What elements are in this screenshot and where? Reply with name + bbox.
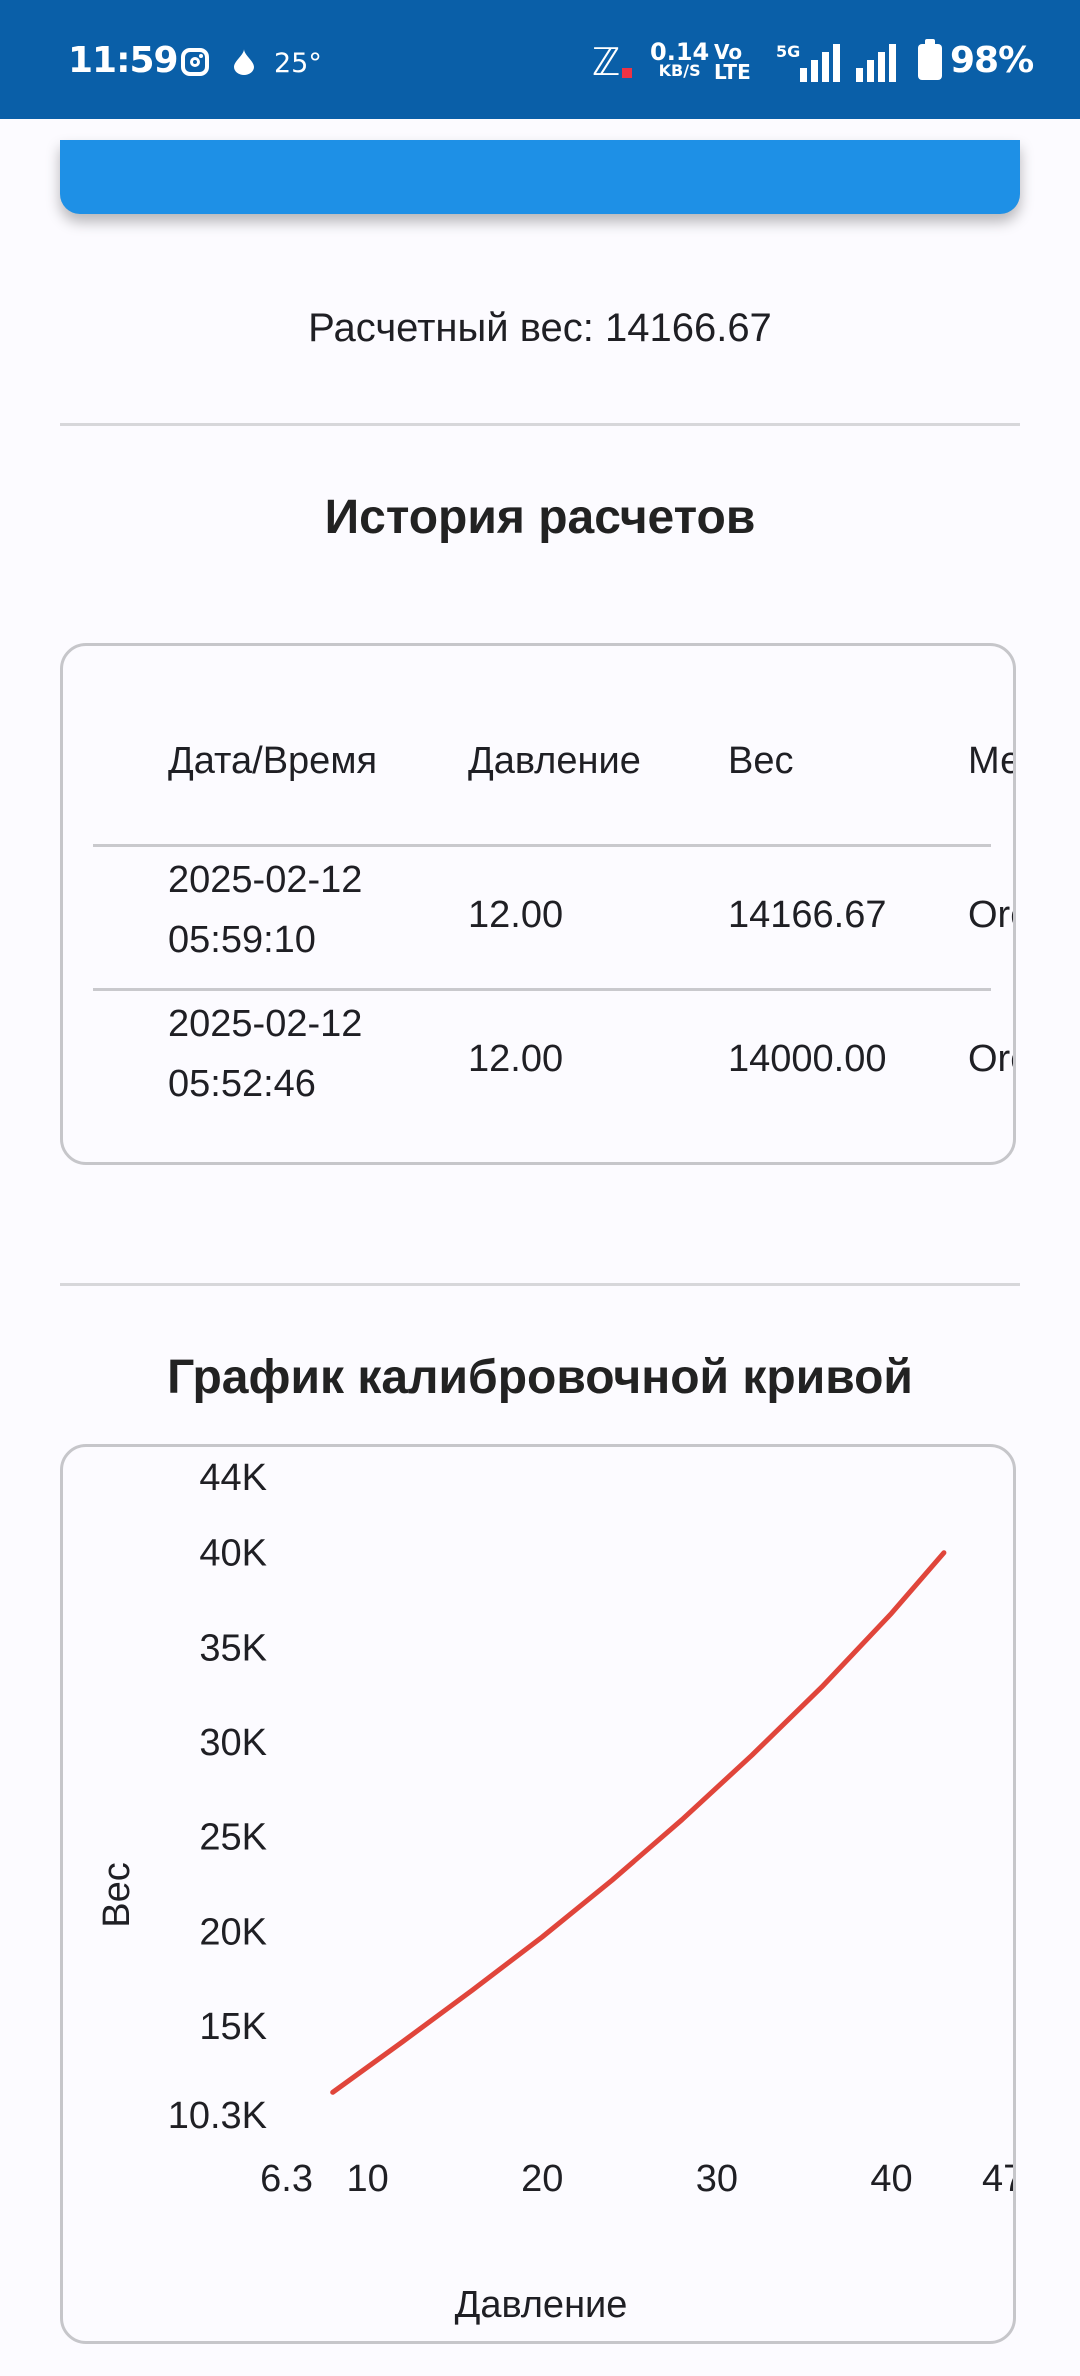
y-tick-label: 30K — [199, 1722, 267, 1764]
y-axis-label: Вес — [96, 1862, 138, 1927]
table-row-2-method: Ore — [968, 1038, 1013, 1080]
divider — [60, 1283, 1020, 1286]
bluetooth-battery-icon — [622, 68, 632, 78]
history-table[interactable]: Дата/Время Давление Вес Ме 2025-02-12 05… — [60, 643, 1016, 1165]
battery-percent: 98% — [950, 40, 1034, 81]
table-row-2-date: 2025-02-12 — [168, 1003, 363, 1045]
history-title: История расчетов — [324, 491, 756, 544]
y-tick-label: 10.3K — [168, 2095, 267, 2137]
network-speed-unit: KB/S — [658, 61, 701, 80]
table-row-2-weight: 14000.00 — [728, 1038, 887, 1080]
table-row-1-pressure: 12.00 — [468, 894, 564, 936]
y-tick-label: 40K — [199, 1533, 267, 1575]
instagram-icon — [181, 48, 209, 76]
column-header-method[interactable]: Ме — [968, 740, 1013, 783]
status-time: 11:59 — [68, 40, 179, 81]
row-divider — [93, 988, 991, 991]
calibration-chart-card: 44K 40K 35K 30K 25K 20K 15K 10.3K 6.3 10 20 30 40 47.… — [60, 1444, 1016, 2344]
battery-icon — [918, 39, 942, 80]
column-header-weight[interactable]: Вес — [728, 740, 793, 783]
row-divider — [93, 844, 991, 847]
divider — [60, 423, 1020, 426]
y-tick-label: 35K — [199, 1627, 267, 1669]
y-tick-label: 44K — [199, 1457, 267, 1499]
series-line-0 — [330, 1550, 947, 2095]
y-tick-label: 20K — [199, 1911, 267, 1953]
column-header-pressure[interactable]: Давление — [468, 740, 641, 783]
drop-icon — [234, 49, 254, 75]
x-tick-label: 20 — [521, 2158, 563, 2200]
table-row-1-time: 05:59:10 — [168, 919, 316, 961]
table-row-1-weight: 14166.67 — [728, 894, 887, 936]
table-row-2-datetime: 2025-02-12 05:52:46 — [168, 994, 362, 1114]
network-speed: 0.14 KB/S — [650, 40, 709, 80]
network-type: 5G — [776, 42, 801, 61]
x-axis-label: Давление — [455, 2284, 628, 2326]
table-row-2-time: 05:52:46 — [168, 1063, 316, 1105]
y-tick-label: 25K — [199, 1817, 267, 1859]
y-tick-label: 15K — [199, 2006, 267, 2048]
column-header-datetime[interactable]: Дата/Время — [168, 740, 377, 783]
table-row-1-datetime: 2025-02-12 05:59:10 — [168, 850, 362, 970]
table-row-1-date: 2025-02-12 — [168, 859, 363, 901]
x-tick-label: 40 — [870, 2158, 912, 2200]
x-tick-label: 47.3 — [982, 2158, 1016, 2200]
x-tick-label: 6.3 — [260, 2158, 313, 2200]
calculate-button[interactable] — [60, 140, 1020, 214]
bluetooth-icon: ℤ — [592, 40, 621, 84]
table-row-2-pressure: 12.00 — [468, 1038, 564, 1080]
x-tick-label: 10 — [346, 2158, 388, 2200]
status-temperature: 25° — [274, 48, 322, 79]
volte-top: Vo — [714, 40, 743, 64]
calculated-weight: Расчетный вес: 14166.67 — [308, 306, 772, 350]
calibration-title: График калибровочной кривой — [167, 1351, 913, 1404]
calibration-chart: 44K 40K 35K 30K 25K 20K 15K 10.3K 6.3 10 20 30 40 47.… — [96, 1457, 1016, 2326]
status-bar: 11:59 25° ℤ 0.14 KB/S Vo LTE 5G 98% — [0, 0, 1080, 119]
volte-bottom: LTE — [714, 60, 751, 84]
volte-indicator: Vo LTE — [714, 42, 751, 82]
signal-icon — [800, 42, 840, 82]
signal-icon-2 — [856, 42, 896, 82]
table-row-1-method: Ore — [968, 894, 1013, 936]
x-tick-label: 30 — [696, 2158, 738, 2200]
